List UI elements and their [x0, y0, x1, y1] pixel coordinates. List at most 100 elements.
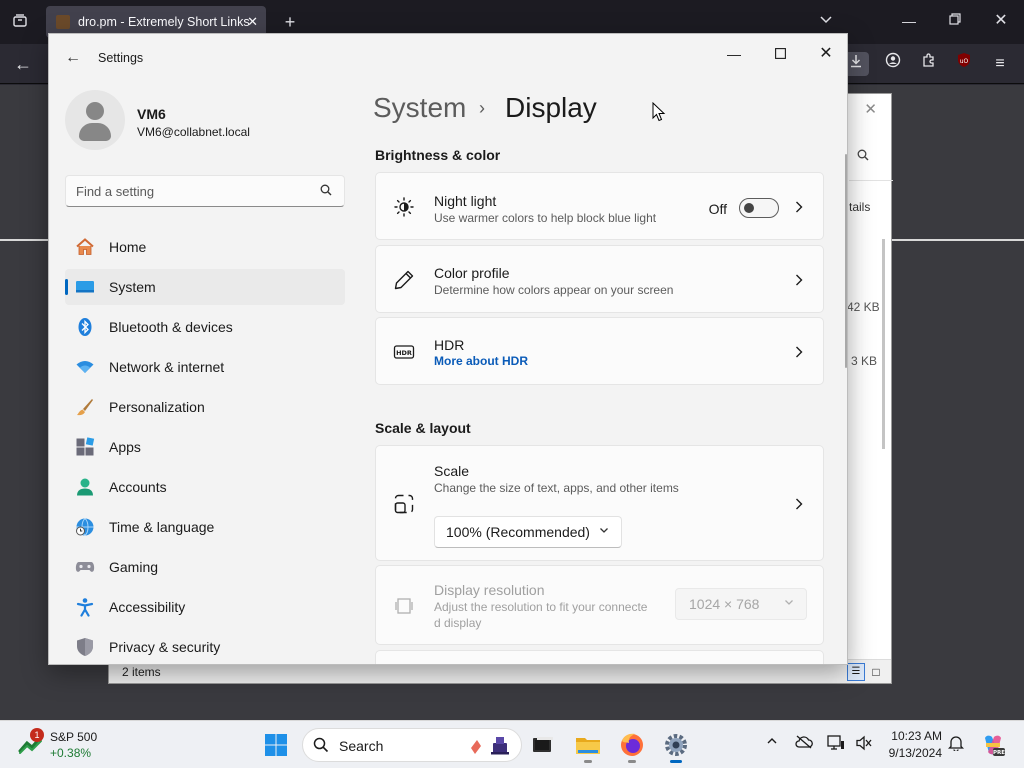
hdr-title: HDR — [434, 337, 465, 353]
volume-muted-icon[interactable] — [854, 735, 874, 755]
sidebar-item-privacy[interactable]: Privacy & security — [65, 629, 345, 664]
clock-time[interactable]: 10:23 AM — [880, 729, 942, 743]
search-input[interactable] — [66, 176, 316, 206]
clock-date[interactable]: 9/13/2024 — [880, 746, 942, 760]
notification-bell-icon[interactable] — [946, 735, 966, 755]
next-setting-card[interactable] — [375, 650, 824, 664]
account-icon[interactable] — [880, 52, 906, 76]
gamepad-icon — [75, 557, 95, 577]
minimize-icon[interactable]: — — [719, 40, 749, 68]
accessibility-icon — [75, 597, 95, 617]
close-icon[interactable]: ✕ — [811, 40, 841, 68]
network-icon[interactable] — [826, 735, 846, 755]
chevron-right-icon[interactable] — [793, 345, 805, 359]
minimize-icon[interactable]: — — [898, 10, 920, 32]
app-title: Settings — [98, 51, 144, 65]
maximize-icon[interactable] — [765, 40, 795, 68]
sidebar-item-apps[interactable]: Apps — [65, 429, 345, 465]
display-resolution-card: Display resolution Adjust the resolution… — [375, 565, 824, 645]
sidebar-item-personalization[interactable]: Personalization — [65, 389, 345, 425]
search-icon[interactable] — [320, 184, 334, 198]
details-label[interactable]: tails — [849, 200, 870, 214]
search-box[interactable] — [65, 175, 345, 207]
new-tab-icon[interactable]: + — [280, 12, 300, 32]
windows-start-icon[interactable] — [264, 733, 288, 757]
breadcrumb-separator: › — [479, 98, 485, 118]
back-icon[interactable]: ← — [10, 52, 36, 76]
globe-clock-icon — [75, 517, 95, 537]
page-title: Display — [505, 92, 597, 123]
sidebar-item-home[interactable]: Home — [65, 229, 345, 265]
sidebar-item-system[interactable]: System — [65, 269, 345, 305]
hdr-link[interactable]: More about HDR — [434, 354, 528, 368]
extensions-icon[interactable] — [916, 52, 942, 76]
scale-dropdown[interactable]: 100% (Recommended) — [434, 516, 622, 548]
scale-title: Scale — [434, 463, 470, 479]
scale-icon — [393, 493, 415, 515]
hdr-card[interactable]: HDR HDR More about HDR — [375, 317, 824, 385]
taskbar-app-firefox[interactable] — [616, 729, 648, 763]
hdr-icon: HDR — [393, 341, 415, 363]
chevron-right-icon[interactable] — [793, 273, 805, 287]
scale-card[interactable]: Scale Change the size of text, apps, and… — [375, 445, 824, 561]
scale-value: 100% (Recommended) — [446, 524, 590, 540]
mouse-cursor-icon — [652, 102, 666, 122]
chevron-up-icon[interactable] — [762, 735, 782, 755]
home-icon — [75, 237, 95, 257]
tiles-view-icon[interactable]: □ — [867, 663, 885, 681]
chevron-right-icon[interactable] — [793, 200, 805, 214]
scrollbar[interactable] — [882, 239, 885, 449]
avatar[interactable] — [65, 90, 125, 150]
close-icon[interactable]: ✕ — [990, 10, 1012, 32]
taskbar-app-file-explorer[interactable] — [572, 729, 604, 763]
firefox-icon — [621, 733, 643, 756]
sidebar-item-accessibility[interactable]: Accessibility — [65, 589, 345, 625]
taskbar-search[interactable]: Search — [302, 728, 522, 762]
back-arrow-icon[interactable]: ← — [63, 48, 83, 68]
details-view-icon[interactable]: ☰ — [847, 663, 865, 681]
search-label: Search — [339, 738, 384, 754]
chevron-down-icon[interactable] — [816, 12, 836, 32]
restore-icon[interactable] — [944, 12, 966, 34]
sidebar-item-label: Bluetooth & devices — [109, 319, 233, 335]
copilot-icon[interactable]: PRE — [980, 732, 1006, 758]
search-icon[interactable] — [857, 149, 869, 164]
color-profile-card[interactable]: Color profile Determine how colors appea… — [375, 245, 824, 313]
chevron-right-icon[interactable] — [793, 497, 805, 511]
user-email: VM6@collabnet.local — [137, 125, 250, 139]
sidebar-item-label: System — [109, 279, 156, 295]
sidebar-item-label: Personalization — [109, 399, 205, 415]
search-icon — [313, 737, 329, 756]
breadcrumb-system[interactable]: System — [373, 92, 466, 124]
scrollbar[interactable] — [845, 154, 847, 368]
favicon-icon — [56, 15, 70, 29]
sidebar-item-time-language[interactable]: Time & language — [65, 509, 345, 545]
sidebar-item-gaming[interactable]: Gaming — [65, 549, 345, 585]
taskbar-app-settings[interactable] — [660, 729, 692, 763]
selection-indicator — [65, 279, 68, 295]
cloud-offline-icon[interactable] — [794, 735, 814, 755]
chevron-down-icon — [599, 517, 609, 547]
svg-text:HDR: HDR — [396, 349, 412, 357]
night-light-card[interactable]: Night light Use warmer colors to help bl… — [375, 172, 824, 240]
shield-icon — [75, 637, 95, 657]
night-light-state: Off — [708, 201, 727, 217]
menu-icon[interactable]: ≡ — [987, 52, 1013, 76]
sidebar-item-network[interactable]: Network & internet — [65, 349, 345, 385]
tab-list-icon[interactable] — [10, 13, 30, 31]
sidebar-item-bluetooth[interactable]: Bluetooth & devices — [65, 309, 345, 345]
user-name: VM6 — [137, 106, 166, 122]
close-icon[interactable]: ✕ — [864, 100, 877, 118]
resolution-value: 1024 × 768 — [689, 596, 760, 612]
night-light-toggle[interactable] — [739, 198, 779, 218]
section-title-scale: Scale & layout — [375, 420, 471, 436]
ublock-icon[interactable]: uO — [951, 52, 977, 76]
brush-icon — [75, 397, 95, 417]
sidebar-item-accounts[interactable]: Accounts — [65, 469, 345, 505]
taskbar-app-terminal[interactable] — [526, 729, 558, 761]
resolution-subtitle: Adjust the resolution to fit your connec… — [434, 600, 648, 614]
sidebar-item-label: Accessibility — [109, 599, 186, 615]
chevron-down-icon — [784, 589, 794, 619]
file-size: 3 KB — [851, 354, 878, 368]
divider — [849, 180, 893, 181]
